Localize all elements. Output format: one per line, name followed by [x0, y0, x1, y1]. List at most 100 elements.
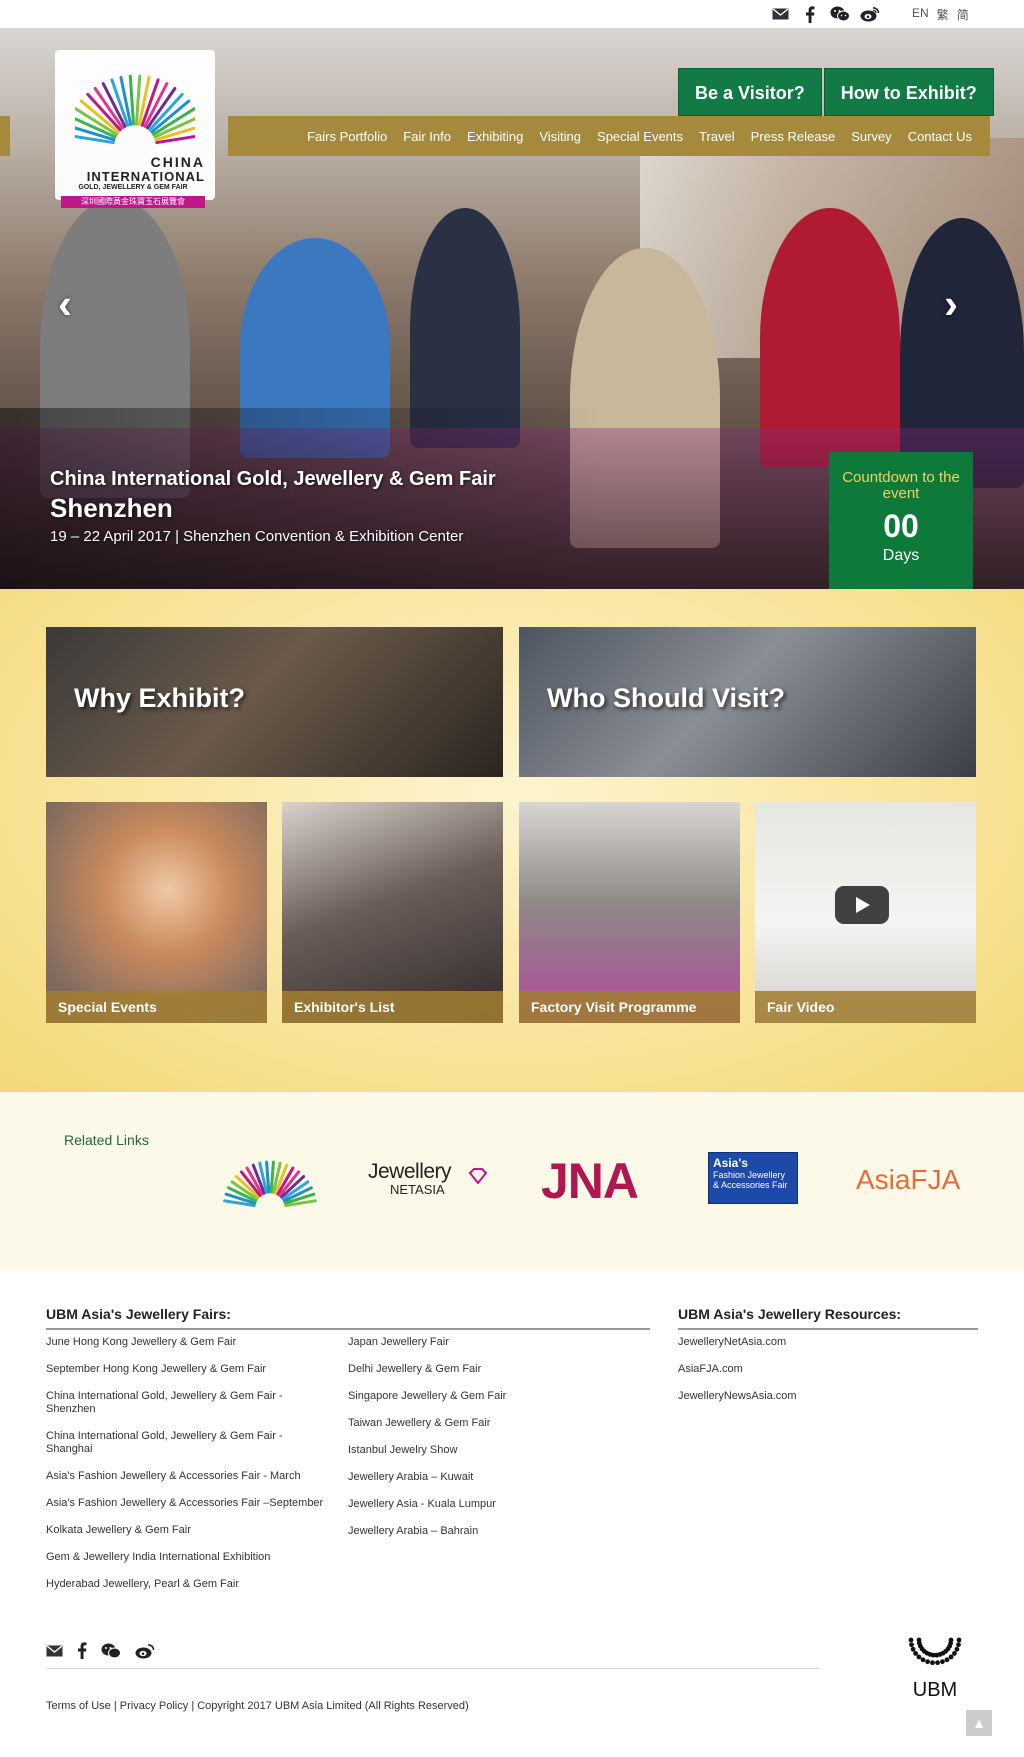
play-video-icon[interactable]: [835, 886, 889, 924]
carousel-next-icon[interactable]: ›: [944, 283, 958, 325]
fair-link[interactable]: Gem & Jewellery India International Exhi…: [46, 1551, 323, 1564]
how-to-exhibit-button[interactable]: How to Exhibit?: [823, 68, 994, 116]
fair-link[interactable]: September Hong Kong Jewellery & Gem Fair: [46, 1363, 323, 1376]
related-logo-jna[interactable]: JNA: [541, 1152, 639, 1210]
fair-link[interactable]: June Hong Kong Jewellery & Gem Fair: [46, 1336, 323, 1349]
fair-link[interactable]: Istanbul Jewelry Show: [348, 1444, 506, 1457]
wechat-icon[interactable]: [830, 5, 850, 23]
fair-link[interactable]: Hyderabad Jewellery, Pearl & Gem Fair: [46, 1578, 323, 1591]
related-logo-asiafja[interactable]: AsiaFJA: [856, 1164, 960, 1196]
nav-item-press-release[interactable]: Press Release: [751, 129, 836, 144]
resources-heading: UBM Asia's Jewellery Resources:: [678, 1306, 978, 1330]
fair-link[interactable]: Asia's Fashion Jewellery & Accessories F…: [46, 1470, 323, 1483]
ubm-dot: [916, 1654, 922, 1660]
hero-title: China International Gold, Jewellery & Ge…: [50, 468, 496, 490]
ubm-dot: [952, 1651, 957, 1656]
nav-item-survey[interactable]: Survey: [851, 129, 891, 144]
page: EN 繁 简 CHINA INTERNATIONAL GOLD, JEWELLE…: [0, 0, 1024, 1757]
fan-ray: [269, 1160, 275, 1194]
special-events-label: Special Events: [46, 991, 267, 1023]
lang-en[interactable]: EN: [912, 6, 929, 23]
mail-icon[interactable]: [46, 1644, 63, 1657]
factory-visit-label: Factory Visit Programme: [519, 991, 740, 1023]
footer: UBM Asia's Jewellery Fairs: June Hong Ko…: [0, 1270, 1024, 1757]
countdown-label: Countdown to the event: [842, 469, 960, 502]
fair-link[interactable]: Delhi Jewellery & Gem Fair: [348, 1363, 506, 1376]
countdown-unit: Days: [882, 547, 920, 564]
ubm-dot: [948, 1654, 954, 1660]
facebook-icon[interactable]: [77, 1642, 87, 1659]
wechat-icon[interactable]: [101, 1643, 121, 1659]
lang-traditional-chinese[interactable]: 繁: [937, 6, 949, 23]
weibo-icon[interactable]: [135, 1643, 155, 1659]
fair-link[interactable]: Taiwan Jewellery & Gem Fair: [348, 1417, 506, 1430]
resources-list: JewelleryNetAsia.com AsiaFJA.com Jewelle…: [678, 1336, 797, 1417]
who-should-visit-tile[interactable]: Who Should Visit?: [519, 627, 976, 777]
diamond-icon: [468, 1168, 488, 1184]
logo-line3: GOLD, JEWELLERY & GEM FAIR: [78, 184, 188, 191]
related-logo-asias-fashion[interactable]: Asia's Fashion Jewellery & Accessories F…: [708, 1152, 798, 1204]
ubm-dot: [956, 1642, 961, 1648]
ubm-dot: [908, 1637, 914, 1643]
fair-link[interactable]: Asia's Fashion Jewellery & Accessories F…: [46, 1497, 323, 1510]
carousel-prev-icon[interactable]: ‹: [58, 283, 72, 325]
factory-visit-tile[interactable]: Factory Visit Programme: [519, 802, 740, 1023]
ubm-dot: [954, 1646, 960, 1652]
hero-banner: CHINA INTERNATIONAL GOLD, JEWELLERY & GE…: [0, 28, 1024, 589]
logo-chinese-name: 深圳國際黃金珠寶玉石展覽會: [61, 196, 205, 208]
fair-link[interactable]: Japan Jewellery Fair: [348, 1336, 506, 1349]
fair-link[interactable]: China International Gold, Jewellery & Ge…: [46, 1430, 296, 1456]
back-to-top-button[interactable]: ▲: [966, 1710, 992, 1736]
nav-item-travel[interactable]: Travel: [699, 129, 735, 144]
footer-legal: Terms of Use | Privacy Policy | Copyrigh…: [46, 1700, 469, 1712]
fan-logo-small-icon: [223, 1160, 317, 1207]
countdown-number: 00: [883, 508, 919, 544]
lang-simplified-chinese[interactable]: 简: [957, 6, 969, 23]
footer-divider: [46, 1668, 820, 1669]
privacy-policy-link[interactable]: Privacy Policy: [120, 1700, 188, 1712]
nav-item-fairs-portfolio[interactable]: Fairs Portfolio: [307, 129, 387, 144]
fair-link[interactable]: Jewellery Asia - Kuala Lumpur: [348, 1498, 506, 1511]
ubm-dot: [910, 1646, 916, 1652]
fair-link[interactable]: Jewellery Arabia – Kuwait: [348, 1471, 506, 1484]
nav-item-exhibiting[interactable]: Exhibiting: [467, 129, 523, 144]
ubm-dots-icon: [908, 1637, 962, 1666]
asias-fashion-bottom: & Accessories Fair: [713, 1180, 788, 1190]
fair-link[interactable]: Singapore Jewellery & Gem Fair: [348, 1390, 506, 1403]
ubm-logo-text: UBM: [912, 1679, 958, 1701]
related-logo-fair[interactable]: [220, 1144, 320, 1214]
footer-social-icons: [46, 1642, 155, 1659]
fair-link[interactable]: Kolkata Jewellery & Gem Fair: [46, 1524, 323, 1537]
exhibitors-list-tile[interactable]: Exhibitor's List: [282, 802, 503, 1023]
facebook-icon[interactable]: [800, 5, 820, 23]
fair-video-tile[interactable]: Fair Video: [755, 802, 976, 1023]
related-links-heading: Related Links: [64, 1132, 149, 1148]
fair-link[interactable]: China International Gold, Jewellery & Ge…: [46, 1390, 296, 1416]
fan-ray: [265, 1160, 271, 1194]
terms-of-use-link[interactable]: Terms of Use: [46, 1700, 111, 1712]
mail-icon[interactable]: [770, 5, 790, 23]
fairs-list-col1: June Hong Kong Jewellery & Gem Fair Sept…: [46, 1336, 323, 1605]
weibo-icon[interactable]: [860, 5, 880, 23]
why-exhibit-tile[interactable]: Why Exhibit?: [46, 627, 503, 777]
hero-dates: 19 – 22 April 2017 | Shenzhen Convention…: [50, 528, 464, 545]
ubm-dot: [930, 1660, 935, 1666]
ubm-logo[interactable]: UBM: [900, 1618, 970, 1702]
fair-link[interactable]: Jewellery Arabia – Bahrain: [348, 1525, 506, 1538]
resource-link[interactable]: AsiaFJA.com: [678, 1363, 797, 1376]
nav-item-fair-info[interactable]: Fair Info: [403, 129, 451, 144]
exhibitors-list-label: Exhibitor's List: [282, 991, 503, 1023]
special-events-tile[interactable]: Special Events: [46, 802, 267, 1023]
asias-fashion-mid: Fashion Jewellery: [713, 1170, 786, 1180]
be-a-visitor-button[interactable]: Be a Visitor?: [678, 68, 822, 116]
ubm-dot: [940, 1659, 945, 1665]
nav-item-special-events[interactable]: Special Events: [597, 129, 683, 144]
jewellerynetasia-bottom: NETASIA: [390, 1182, 445, 1197]
ubm-dot: [909, 1642, 914, 1648]
resource-link[interactable]: JewelleryNewsAsia.com: [678, 1390, 797, 1403]
nav-item-contact-us[interactable]: Contact Us: [908, 129, 972, 144]
nav-item-visiting[interactable]: Visiting: [539, 129, 581, 144]
resource-link[interactable]: JewelleryNetAsia.com: [678, 1336, 797, 1349]
related-logo-jewellerynetasia[interactable]: Jewellery NETASIA: [368, 1160, 492, 1202]
fairs-heading: UBM Asia's Jewellery Fairs:: [46, 1306, 650, 1330]
